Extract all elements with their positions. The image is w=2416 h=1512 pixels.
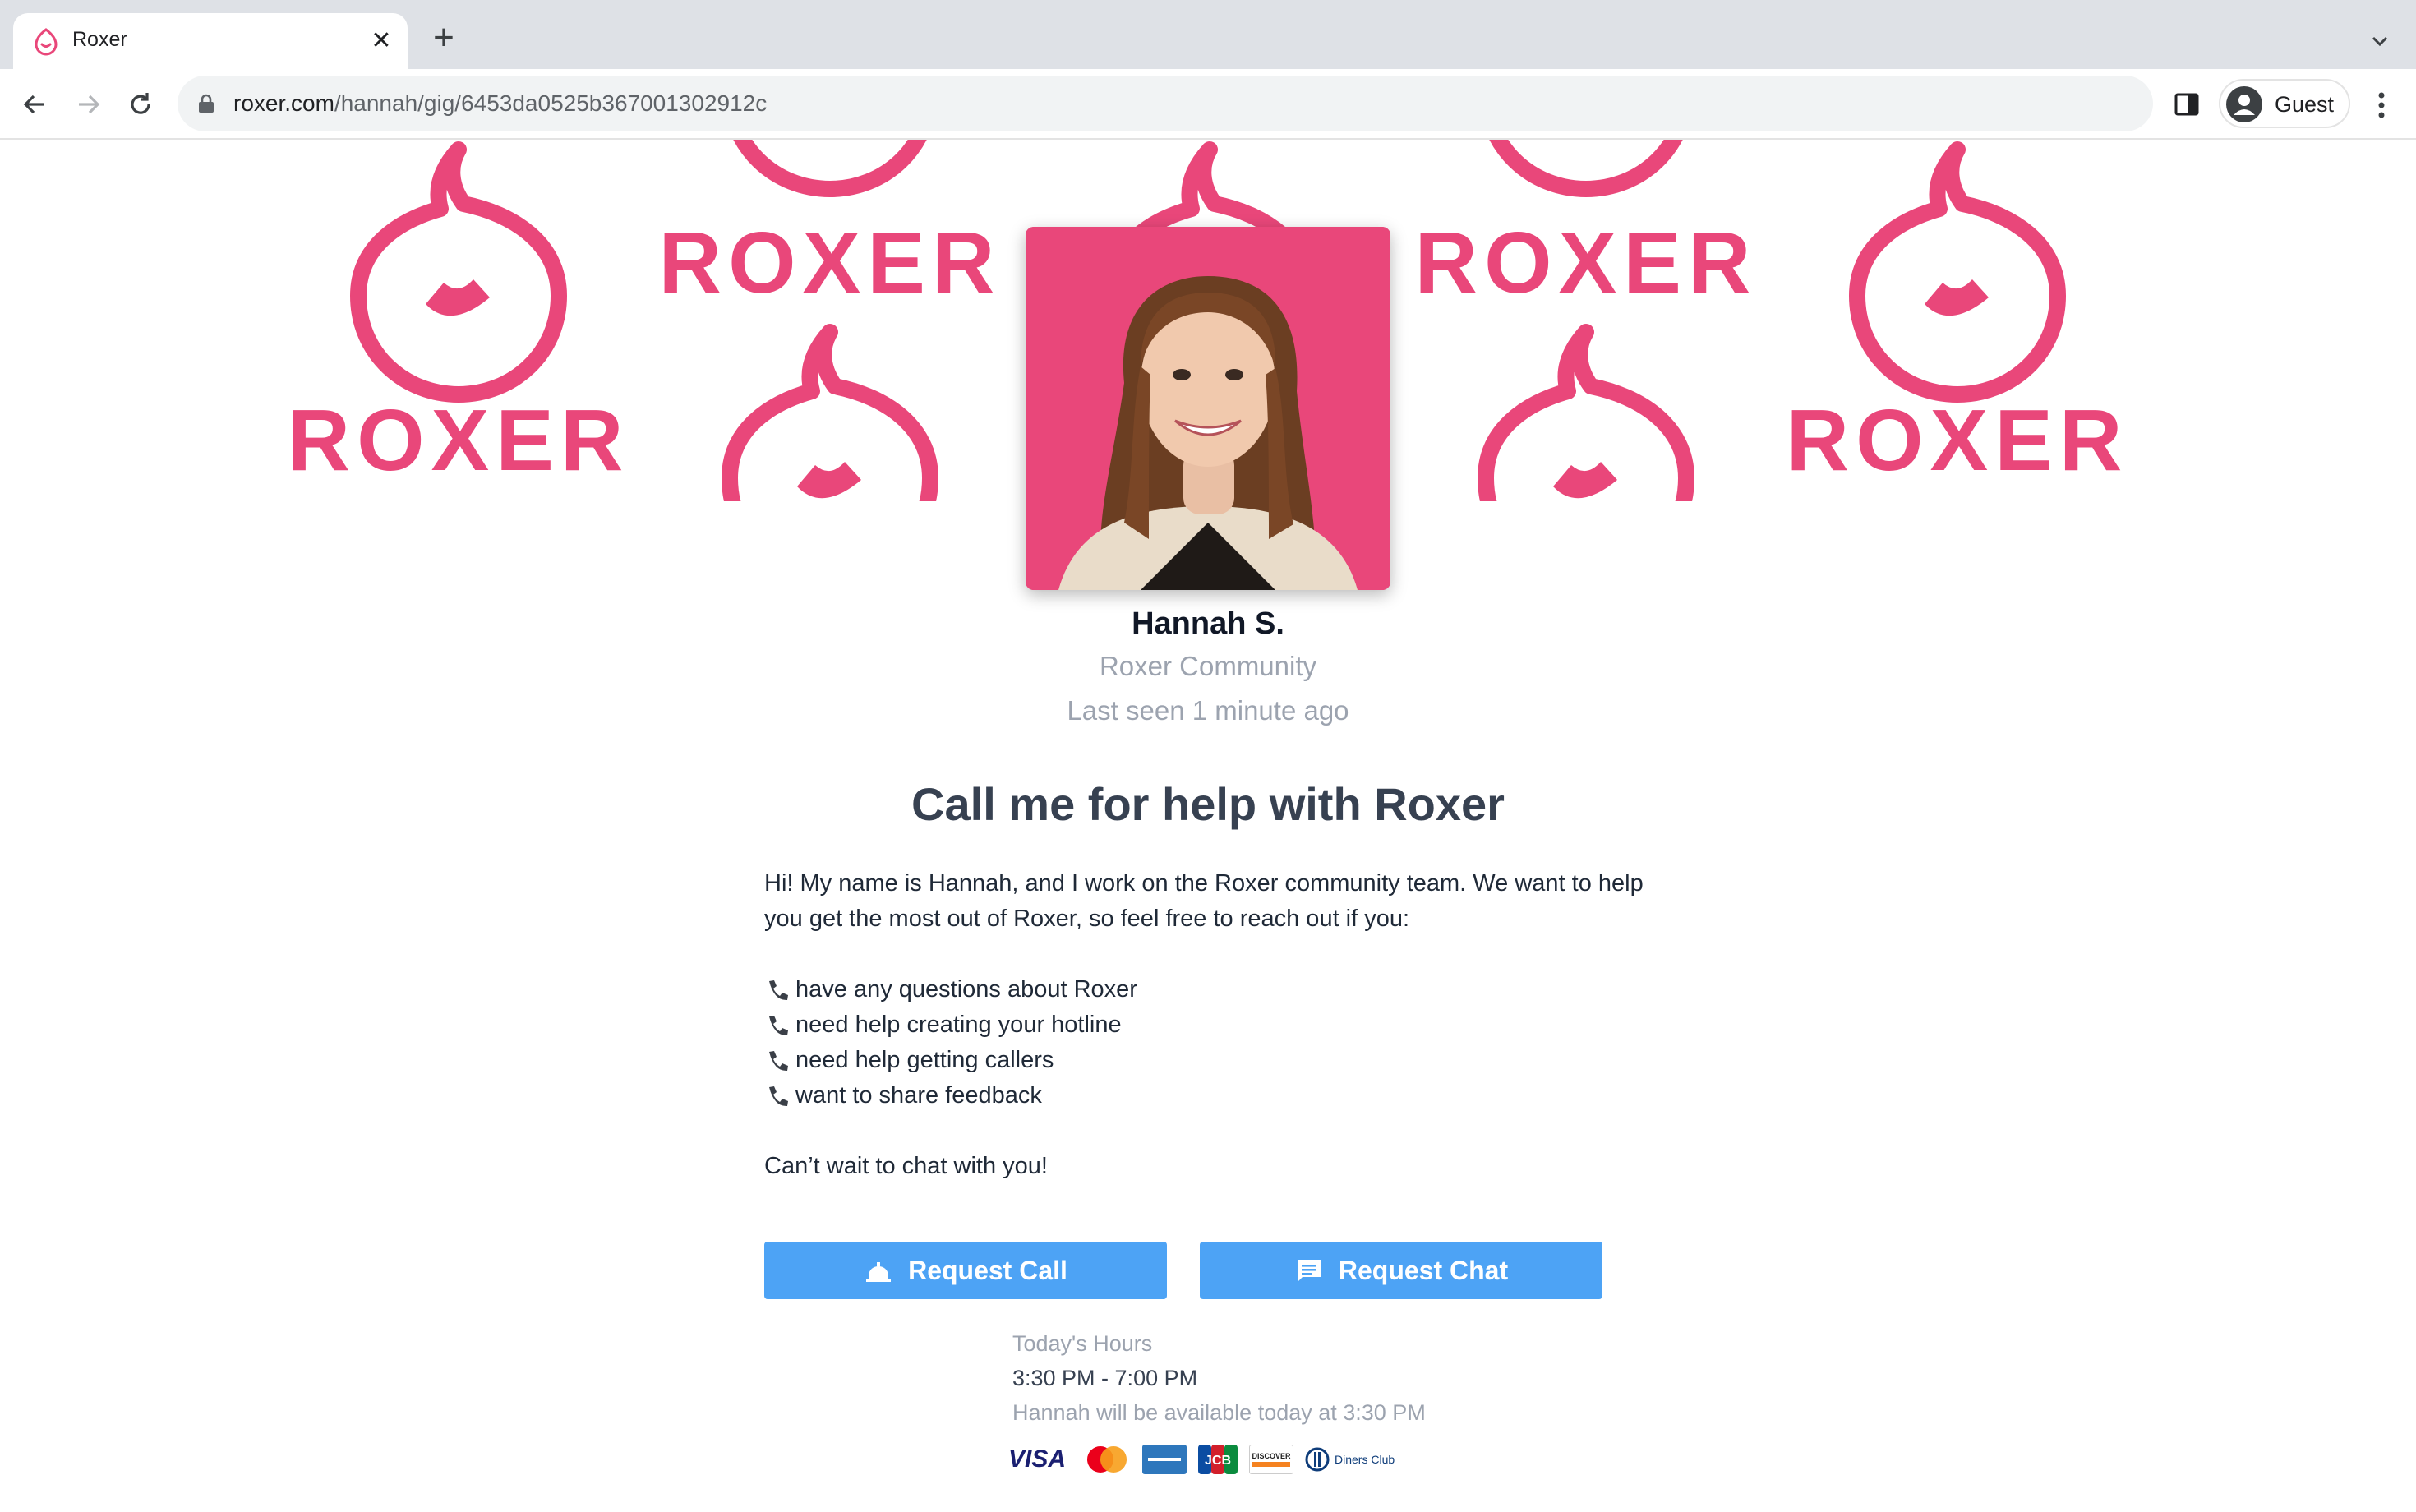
- request-chat-button[interactable]: Request Chat: [1200, 1242, 1602, 1299]
- page-content: ROXER ROXER ROXER ROXER ROXER: [0, 140, 2416, 1512]
- list-item: need help getting callers: [764, 1043, 1668, 1078]
- diners-club-logo: Diners Club: [1305, 1445, 1402, 1474]
- back-arrow-icon[interactable]: [16, 85, 54, 123]
- profile-button[interactable]: Guest: [2219, 79, 2350, 128]
- browser-toolbar: roxer.com/hannah/gig/6453da0525b36700130…: [0, 69, 2416, 140]
- bullet-text: need help getting callers: [795, 1047, 1054, 1073]
- url-path: /hannah/gig/6453da0525b367001302912c: [334, 90, 768, 116]
- banner-wordmark: ROXER: [1787, 392, 2129, 489]
- url-text[interactable]: roxer.com/hannah/gig/6453da0525b36700130…: [233, 90, 767, 117]
- list-item: want to share feedback: [764, 1078, 1668, 1113]
- tab-title: Roxer: [72, 28, 127, 51]
- chat-icon: [1297, 1260, 1321, 1282]
- request-call-label: Request Call: [908, 1255, 1067, 1285]
- gig-closing: Can’t wait to chat with you!: [764, 1153, 1048, 1179]
- profile-label: Guest: [2275, 92, 2335, 117]
- profile-name: Hannah S.: [1132, 606, 1284, 641]
- bell-icon: [866, 1262, 892, 1282]
- request-call-button[interactable]: Request Call: [764, 1242, 1167, 1299]
- gig-description: Hi! My name is Hannah, and I work on the…: [764, 866, 1668, 1184]
- hours-value: 3:30 PM - 7:00 PM: [1012, 1366, 1198, 1390]
- portrait-illustration: [1026, 227, 1390, 590]
- lock-icon[interactable]: [197, 94, 215, 113]
- list-item: need help creating your hotline: [764, 1007, 1668, 1043]
- profile-photo: [1026, 227, 1390, 590]
- tab-strip: Roxer ✕ +: [0, 0, 2416, 69]
- banner-wordmark: ROXER: [288, 392, 630, 489]
- bullet-text: need help creating your hotline: [795, 1012, 1122, 1038]
- amex-logo: [1142, 1445, 1187, 1474]
- tab-close-icon[interactable]: ✕: [365, 25, 398, 58]
- bullet-text: want to share feedback: [795, 1082, 1042, 1109]
- reload-icon[interactable]: [122, 85, 159, 123]
- side-panel-icon[interactable]: [2171, 89, 2202, 120]
- url-host: roxer.com: [233, 90, 334, 116]
- address-bar[interactable]: roxer.com/hannah/gig/6453da0525b36700130…: [178, 76, 2153, 131]
- discover-logo: DISCOVER: [1249, 1445, 1293, 1474]
- mastercard-logo: [1083, 1445, 1131, 1474]
- browser-tab[interactable]: Roxer ✕: [13, 13, 408, 69]
- banner-wordmark: ROXER: [1415, 214, 1758, 311]
- hours-label: Today's Hours: [1012, 1331, 1153, 1356]
- availability-note: Hannah will be available today at 3:30 P…: [1012, 1400, 1426, 1425]
- kebab-menu-icon[interactable]: [2365, 87, 2398, 123]
- roxer-favicon-icon: [35, 28, 58, 56]
- new-tab-icon[interactable]: +: [424, 20, 463, 59]
- phone-icon: [769, 1050, 788, 1071]
- phone-icon: [769, 1086, 788, 1106]
- banner-wordmark: ROXER: [659, 214, 1002, 311]
- list-item: have any questions about Roxer: [764, 972, 1668, 1007]
- tab-search-chevron-icon[interactable]: [2363, 25, 2396, 58]
- bullet-text: have any questions about Roxer: [795, 976, 1137, 1003]
- profile-community: Roxer Community: [1099, 651, 1317, 681]
- visa-logo: VISA: [1003, 1445, 1072, 1474]
- request-chat-label: Request Chat: [1338, 1255, 1509, 1285]
- svg-text:JCB: JCB: [1205, 1454, 1231, 1468]
- last-seen-status: Last seen 1 minute ago: [1067, 695, 1349, 726]
- guest-avatar-icon: [2226, 86, 2262, 122]
- gig-title: Call me for help with Roxer: [911, 778, 1505, 830]
- phone-icon: [769, 980, 788, 1000]
- forward-arrow-icon[interactable]: [69, 85, 107, 123]
- gig-intro: Hi! My name is Hannah, and I work on the…: [764, 870, 1644, 932]
- phone-icon: [769, 1015, 788, 1035]
- jcb-logo: JCB: [1198, 1445, 1238, 1474]
- payment-methods: VISA JCB DISCOVER Diners Club: [1003, 1441, 1402, 1477]
